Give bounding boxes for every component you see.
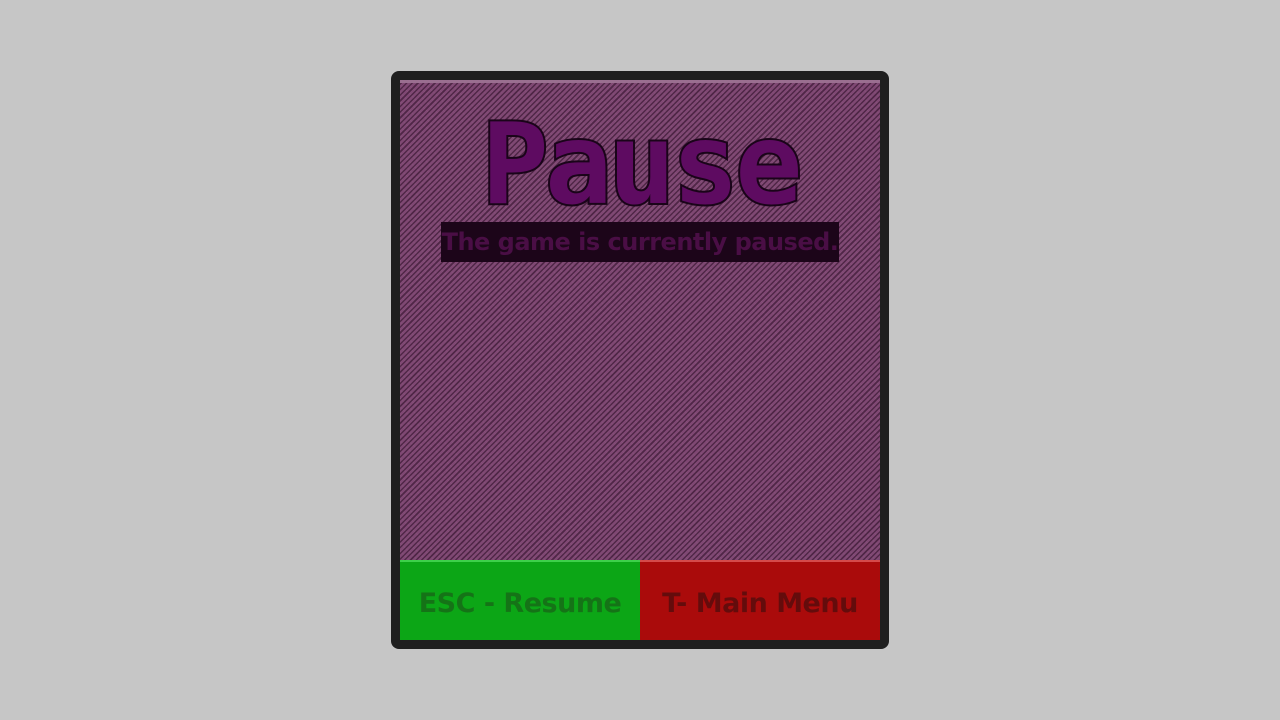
pause-title: Pause (479, 98, 804, 217)
pause-panel: Pause The game is currently paused. ESC … (400, 80, 880, 640)
game-screen: Pause The game is currently paused. ESC … (0, 0, 1280, 720)
main-menu-button[interactable]: T- Main Menu (640, 560, 880, 640)
pause-title-text: Pause (481, 100, 798, 217)
pause-window: Pause The game is currently paused. ESC … (391, 71, 889, 649)
pause-status-text: The game is currently paused. (441, 228, 839, 256)
resume-button-label: ESC - Resume (418, 587, 622, 619)
pause-status-bar: The game is currently paused. (441, 222, 839, 262)
pause-button-row: ESC - Resume T- Main Menu (400, 560, 880, 640)
pause-background-pattern: Pause The game is currently paused. (400, 80, 880, 560)
resume-button[interactable]: ESC - Resume (400, 560, 640, 640)
main-menu-button-label: T- Main Menu (662, 587, 858, 619)
